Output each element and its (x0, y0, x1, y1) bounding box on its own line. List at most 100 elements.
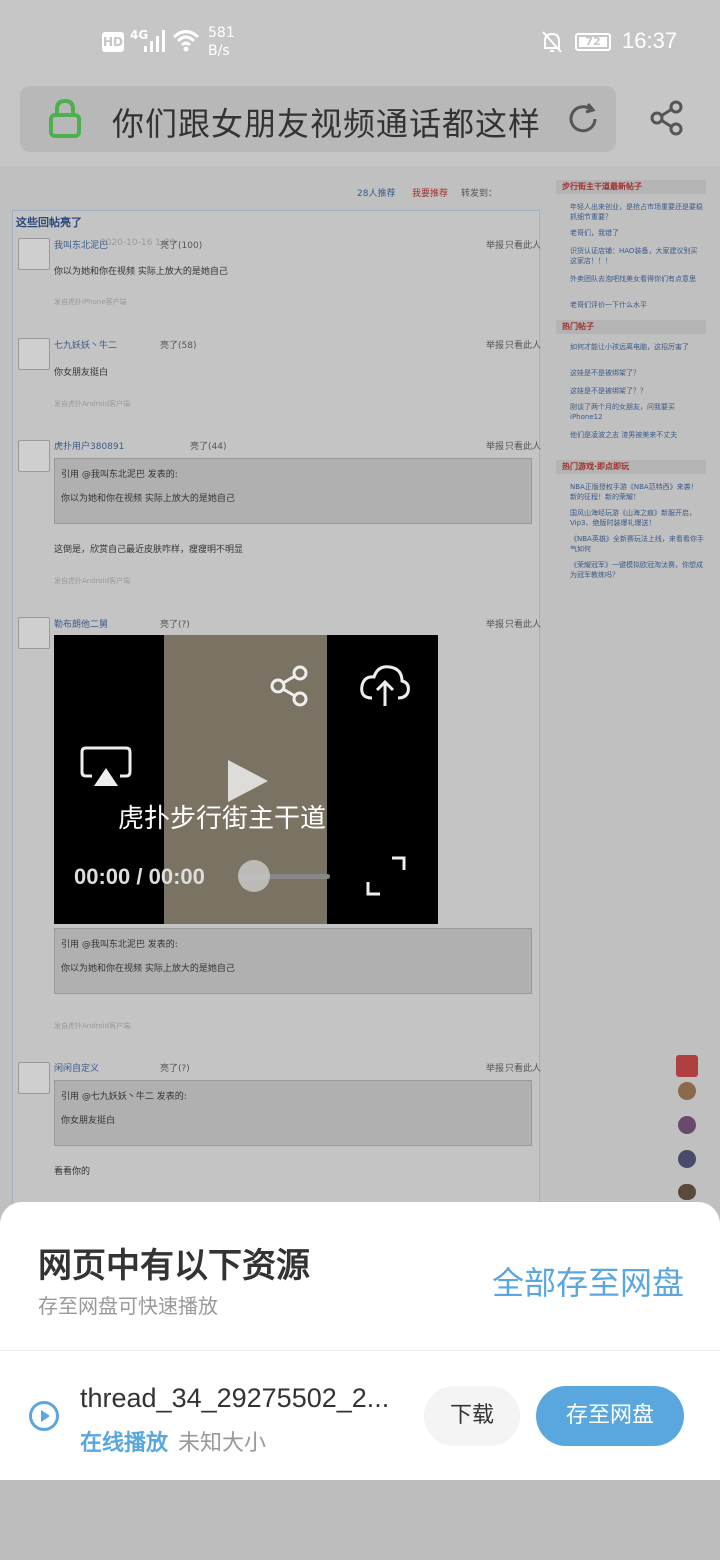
mute-bell-icon (542, 31, 562, 53)
file-name: thread_34_29275502_2... (80, 1383, 390, 1413)
sidebar-item[interactable]: NBA正版授权手游《NBA范特西》来袭！新的征程！新的荣耀！ (570, 482, 704, 502)
quote-text: 你以为她和你在视频 实际上放大的是她自己 (61, 494, 235, 504)
save-to-cloud-button[interactable]: 存至网盘 (536, 1386, 684, 1446)
reload-icon[interactable] (566, 102, 600, 136)
clock: 16:37 (622, 28, 678, 53)
quote-text: 你以为她和你在视频 实际上放大的是她自己 (61, 964, 235, 974)
sidebar-item[interactable]: 《NBA英雄》全新赛玩法上线，来看看你手气如何 (570, 534, 704, 554)
online-play-link[interactable]: 在线播放 (80, 1425, 168, 1457)
report-link[interactable]: 举报 (486, 439, 504, 452)
forward-to: 转发到： (461, 189, 498, 199)
light-count[interactable]: 亮了(44) (190, 439, 226, 452)
quote-box: 引用 @七九妖妖丶牛二 发表的: 你女朋友挺白 (54, 1080, 532, 1146)
sidebar-item[interactable]: 老哥们评价一下什么水平 (570, 300, 704, 310)
sidebar-section-title: 热门帖子 (556, 320, 706, 334)
sidebar-item[interactable]: 年轻人出来创业，是抢占市场重要还是要稳抓细节重要？ (570, 202, 704, 222)
page-title[interactable]: 你们跟女朋友视频通话都这样 (112, 99, 541, 145)
hd-badge: HD (102, 32, 124, 52)
quote-box: 引用 @我叫东北泥巴 发表的: 你以为她和你在视频 实际上放大的是她自己 (54, 928, 532, 994)
report-link[interactable]: 举报 (486, 238, 504, 251)
dim-overlay[interactable] (0, 1480, 720, 1560)
avatar[interactable] (18, 338, 50, 370)
light-count[interactable]: 亮了(?) (160, 617, 190, 630)
post-user[interactable]: 勒布朗他二舅 (54, 617, 108, 630)
download-button[interactable]: 下载 (424, 1386, 520, 1446)
side-avatar-icon[interactable] (678, 1116, 696, 1134)
only-this-user-link[interactable]: 只看此人 (505, 439, 541, 452)
share-icon[interactable] (268, 664, 312, 708)
sheet-subtitle: 存至网盘可快速播放 (38, 1294, 218, 1318)
airplay-icon[interactable] (80, 746, 132, 788)
share-icon[interactable] (650, 100, 684, 136)
post-source: 发自虎扑Android客户端 (54, 400, 131, 408)
wifi-icon (172, 30, 200, 52)
avatar[interactable] (18, 238, 50, 270)
battery-level: 72 (579, 36, 607, 47)
avatar[interactable] (18, 1062, 50, 1094)
signal-icon (144, 30, 165, 52)
quote-user: 引用 @我叫东北泥巴 发表的: (61, 470, 178, 480)
save-all-button[interactable]: 全部存至网盘 (492, 1258, 684, 1304)
only-this-user-link[interactable]: 只看此人 (505, 1061, 541, 1074)
quote-user: 引用 @我叫东北泥巴 发表的: (61, 940, 178, 950)
light-count[interactable]: 亮了(58) (160, 338, 196, 351)
speed-unit: B/s (208, 43, 230, 59)
network-speed: 581 B/s (208, 24, 235, 60)
only-this-user-link[interactable]: 只看此人 (505, 617, 541, 630)
side-avatar-icon[interactable] (678, 1184, 696, 1200)
quote-user: 引用 @七九妖妖丶牛二 发表的: (61, 1092, 187, 1102)
light-count[interactable]: 亮了(100) (160, 238, 202, 251)
side-avatar-icon[interactable] (678, 1150, 696, 1168)
status-bar: HD 4G 581 B/s 72 16:37 (0, 0, 720, 84)
light-count[interactable]: 亮了(?) (160, 1061, 190, 1074)
sidebar-item[interactable]: 他们是凌波之志 渣男被美来不丈夫 (570, 430, 704, 440)
quote-text: 你女朋友挺白 (61, 1116, 116, 1126)
avatar[interactable] (18, 617, 50, 649)
sidebar-item[interactable]: 识货认证店铺：HAO装备，大家建议别买这家店！！！ (570, 246, 704, 266)
post-user[interactable]: 闲闲自定义 (54, 1061, 99, 1074)
video-progress-handle[interactable] (238, 860, 270, 892)
avatar[interactable] (18, 440, 50, 472)
divider (0, 1350, 720, 1351)
video-title: 虎扑步行街主干道 (118, 804, 327, 834)
sidebar-item[interactable]: 老哥们，我错了 (570, 228, 704, 238)
post-source: 发自虎扑iPhone客户端 (54, 298, 127, 306)
sidebar: 步行街主干道最新帖子 年轻人出来创业，是抢占市场重要还是要稳抓细节重要？ 老哥们… (556, 178, 708, 598)
video-time: 00:00 / 00:00 (74, 864, 205, 889)
sidebar-item[interactable]: 刚谈了两个月的女朋友，问我要买iPhone12 (570, 402, 704, 422)
cloud-upload-icon[interactable] (358, 660, 412, 710)
report-link[interactable]: 举报 (486, 1061, 504, 1074)
only-this-user-link[interactable]: 只看此人 (505, 338, 541, 351)
sheet-title: 网页中有以下资源 (38, 1246, 310, 1286)
side-avatar-icon[interactable] (678, 1082, 696, 1100)
post-source: 发自虎扑Android客户端 (54, 577, 131, 585)
sidebar-section-title: 热门游戏·即点即玩 (556, 460, 706, 474)
post-text: 看看你的 (54, 1167, 91, 1177)
sidebar-section-title: 步行街主干道最新帖子 (556, 180, 706, 194)
post-source: 发自虎扑Android客户端 (54, 1022, 131, 1030)
post-text: 这倒是，欣赏自己最近皮肤咋样，瘦瘦明不明显 (54, 545, 244, 555)
sidebar-item[interactable]: 如何才能让小孩远离电脑，这招厉害了 (570, 342, 704, 352)
battery-icon: 72 (575, 33, 611, 51)
section-title: 这些回帖亮了 (16, 216, 82, 229)
sidebar-item[interactable]: 这娃是不是被绑架了？？ (570, 386, 704, 396)
post-user[interactable]: 虎扑用户380891 (54, 439, 124, 452)
fullscreen-icon[interactable] (366, 856, 406, 896)
quote-box: 引用 @我叫东北泥巴 发表的: 你以为她和你在视频 实际上放大的是她自己 (54, 458, 532, 524)
post-text: 你女朋友挺白 (54, 368, 109, 378)
hupu-logo-icon[interactable] (676, 1055, 698, 1077)
post-user[interactable]: 七九妖妖丶牛二 (54, 338, 117, 351)
lock-icon (49, 98, 81, 138)
report-link[interactable]: 举报 (486, 617, 504, 630)
only-this-user-link[interactable]: 只看此人 (505, 238, 541, 251)
sidebar-item[interactable]: 《荣耀冠军》一键模拟欧冠淘汰赛，你想成为冠军教练吗？ (570, 560, 704, 580)
recommend-link[interactable]: 我要推荐 (412, 186, 448, 199)
speed-value: 581 (208, 25, 235, 41)
file-size: 未知大小 (178, 1431, 267, 1456)
sidebar-item[interactable]: 这娃是不是被绑架了？ (570, 368, 704, 378)
sidebar-item[interactable]: 外卖团队去泡吧找美女看得你们有点意思 (570, 274, 704, 284)
recommend-count[interactable]: 28人推荐 (357, 186, 395, 199)
sidebar-item[interactable]: 国风山海经玩游《山海之痕》新服开启，Vip3、绝版时装爆礼爆送！ (570, 508, 704, 528)
play-circle-icon[interactable] (28, 1400, 60, 1432)
report-link[interactable]: 举报 (486, 338, 504, 351)
